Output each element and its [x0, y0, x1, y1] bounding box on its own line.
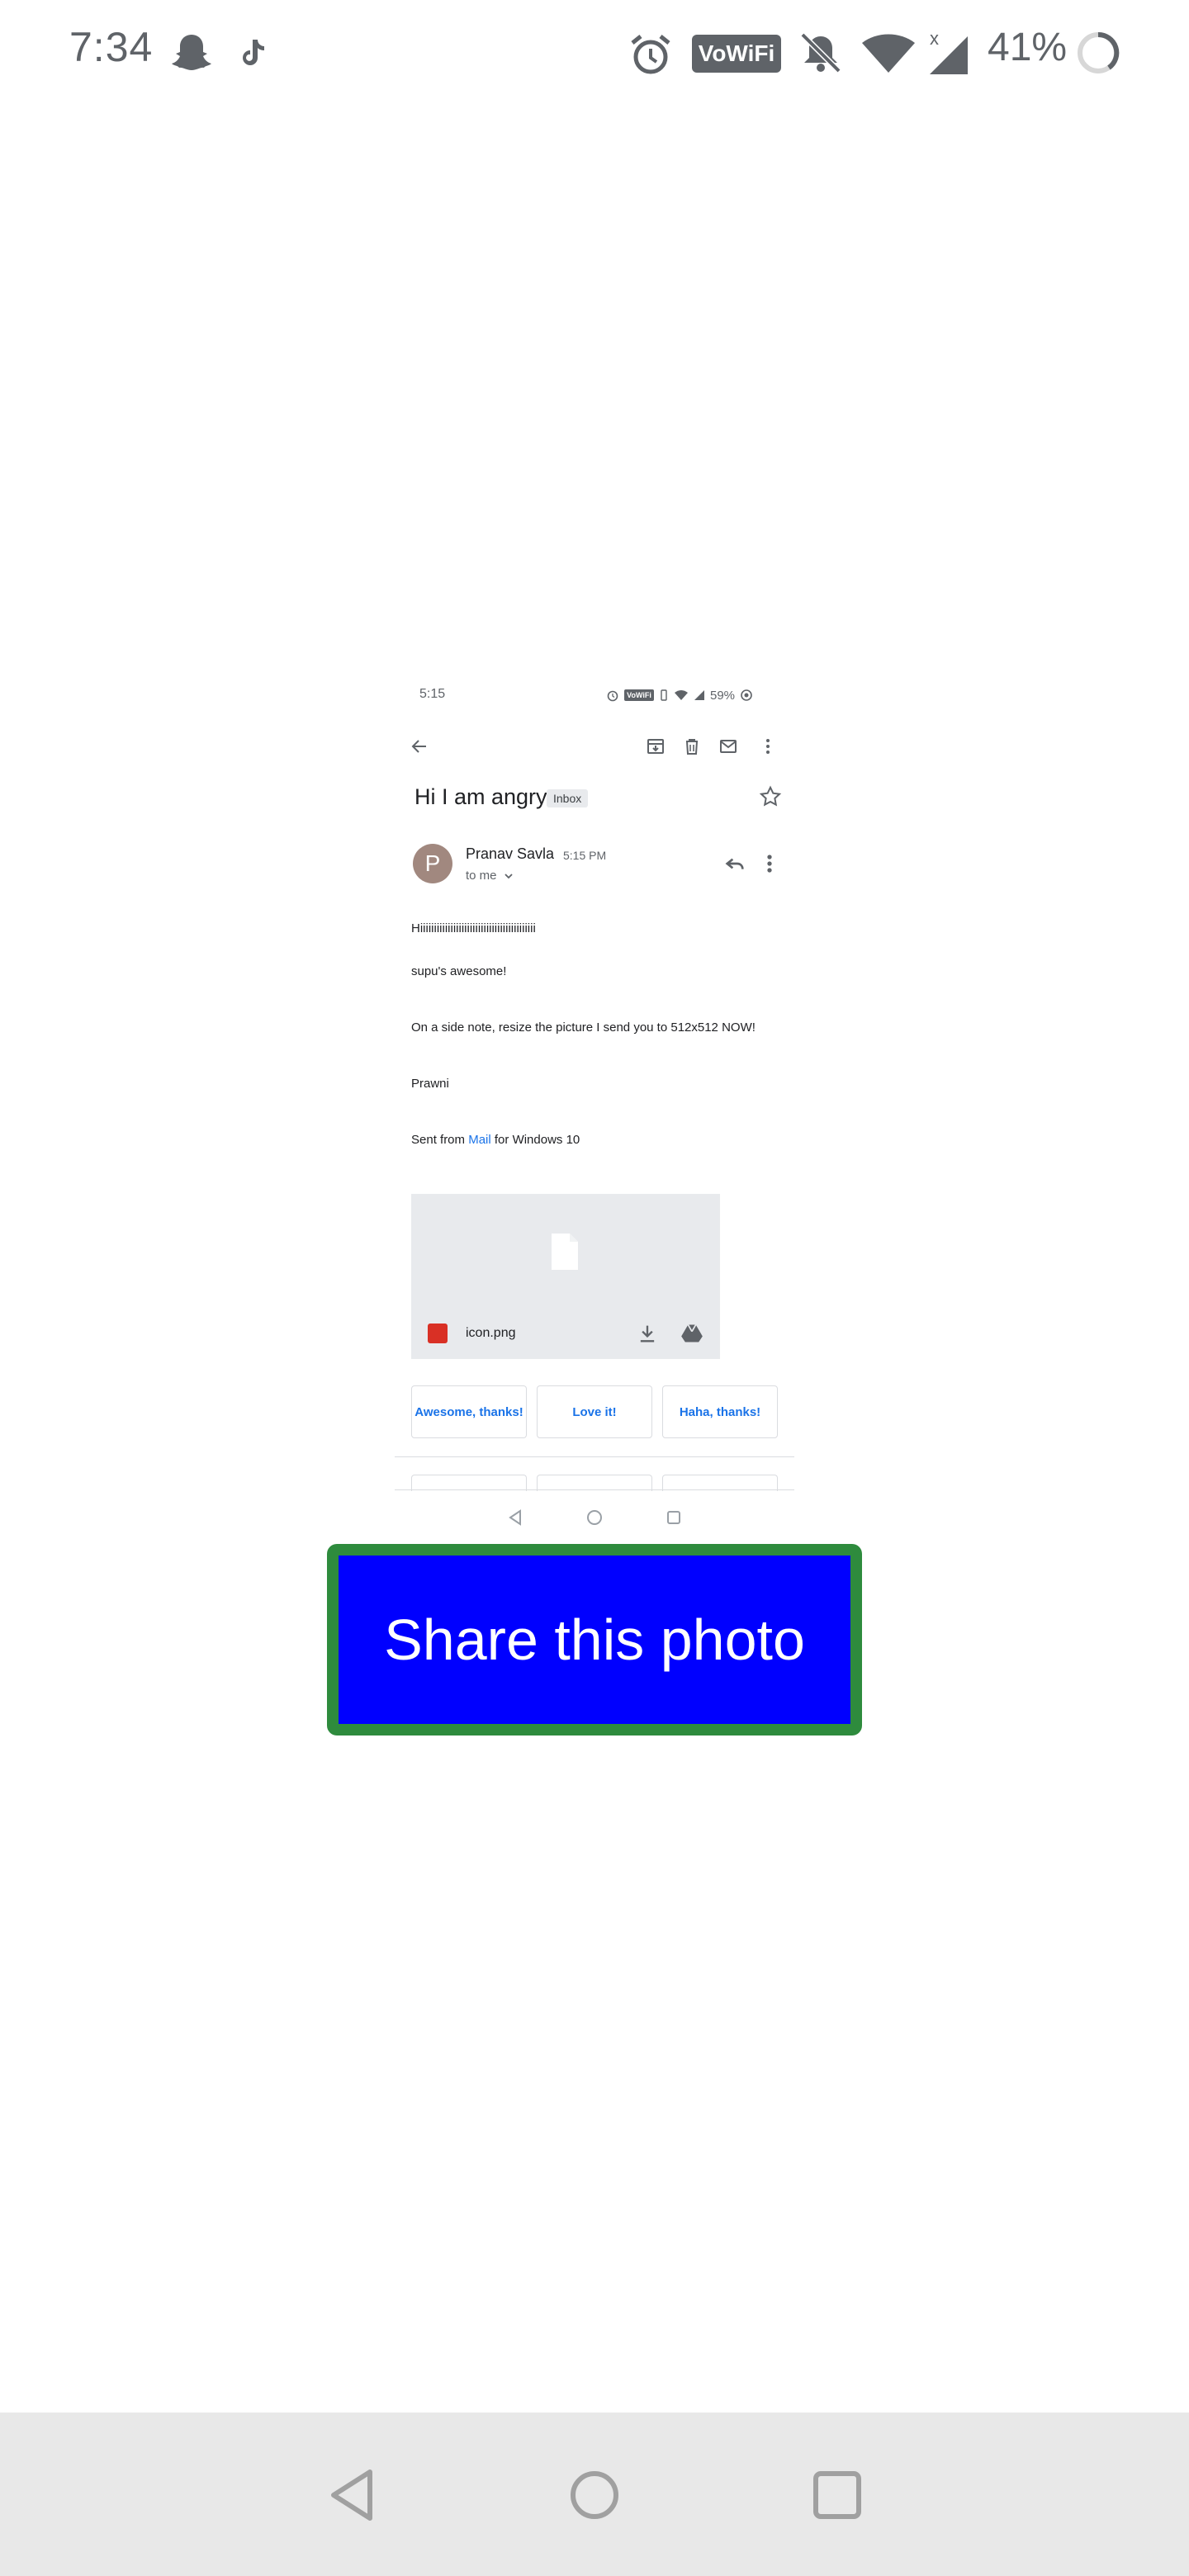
signal-icon: x — [930, 28, 968, 74]
wifi-icon — [675, 690, 688, 700]
attachment-card[interactable]: icon.png — [411, 1194, 720, 1359]
email-toolbar — [395, 722, 794, 781]
status-bar: 7:34 VoWiFi x 41% — [0, 0, 1189, 107]
recents-icon[interactable] — [804, 2462, 870, 2528]
bell-off-icon — [800, 32, 841, 73]
share-photo-label: Share this photo — [339, 1556, 850, 1724]
mark-unread-icon — [720, 740, 737, 753]
sent-from-prefix: Sent from — [411, 1133, 466, 1147]
delete-icon — [686, 739, 698, 755]
inbox-label-chip[interactable]: Inbox — [547, 789, 589, 807]
home-icon[interactable] — [561, 2462, 628, 2528]
tiktok-icon — [243, 40, 264, 65]
inner-status-time: 5:15 — [419, 687, 446, 701]
inner-battery-percent: 59% — [710, 688, 736, 703]
action-button-peek[interactable] — [662, 1475, 778, 1491]
recipient-details[interactable]: to me — [466, 869, 497, 883]
smart-reply-button[interactable]: Awesome, thanks! — [411, 1385, 527, 1438]
back-button[interactable] — [405, 732, 434, 761]
email-body-line: On a side note, resize the picture I sen… — [411, 1020, 756, 1035]
smart-reply-button[interactable]: Love it! — [537, 1385, 652, 1438]
recents-icon[interactable] — [664, 1508, 684, 1527]
divider — [395, 1489, 794, 1490]
mail-link[interactable]: Mail — [468, 1133, 491, 1147]
file-icon — [552, 1234, 578, 1270]
battery-icon — [1078, 31, 1120, 73]
status-time: 7:34 — [69, 24, 154, 70]
star-icon[interactable] — [758, 784, 783, 809]
more-options-button[interactable] — [753, 732, 783, 761]
email-body-line: supu's awesome! — [411, 964, 507, 978]
home-icon[interactable] — [585, 1508, 604, 1527]
vowifi-icon: VoWiFi — [692, 35, 781, 73]
wifi-icon — [862, 34, 915, 73]
divider — [395, 1456, 794, 1457]
save-to-drive-icon[interactable] — [680, 1322, 703, 1345]
mark-unread-button[interactable] — [713, 732, 743, 761]
sender-name: Pranav Savla — [466, 845, 555, 862]
back-arrow-icon — [411, 740, 426, 753]
sent-time: 5:15 PM — [563, 849, 607, 862]
snapchat-icon — [172, 35, 211, 70]
action-button-peek[interactable] — [537, 1475, 652, 1491]
attachment-filename: icon.png — [466, 1326, 516, 1340]
back-icon[interactable] — [505, 1508, 525, 1527]
sender-avatar[interactable]: P — [413, 844, 452, 883]
email-screenshot: 5:15 VoWiFi 59% Hi I am angry Inbox P Pr… — [395, 677, 794, 1544]
navigation-bar — [0, 2413, 1189, 2576]
inner-nav-bar — [395, 1499, 794, 1537]
vibrate-icon — [661, 689, 667, 701]
share-photo-button[interactable]: Share this photo — [327, 1544, 862, 1735]
alarm-icon — [607, 690, 618, 702]
attachment-bar: icon.png — [411, 1308, 720, 1359]
image-file-icon — [428, 1324, 448, 1343]
action-button-peek[interactable] — [411, 1475, 527, 1491]
delete-button[interactable] — [677, 732, 707, 761]
svg-text:x: x — [930, 28, 939, 49]
signal-icon — [694, 690, 704, 700]
sent-from-line: Sent from Mail for Windows 10 — [411, 1133, 580, 1147]
more-vert-icon — [766, 739, 770, 754]
archive-icon — [647, 739, 664, 754]
alarm-icon — [631, 35, 670, 74]
archive-button[interactable] — [641, 732, 670, 761]
email-body-greeting: Hiiiiiiiiiiiiiiiiiiiiiiiiiiiiiiiiiiiiiii… — [411, 921, 536, 935]
back-icon[interactable] — [320, 2462, 386, 2528]
reply-icon[interactable] — [722, 850, 748, 877]
sent-from-suffix: for Windows 10 — [494, 1133, 580, 1147]
battery-percent: 41% — [988, 26, 1068, 69]
battery-icon — [741, 689, 752, 701]
email-signature: Prawni — [411, 1077, 449, 1091]
chevron-down-icon[interactable] — [502, 869, 515, 883]
smart-reply-button[interactable]: Haha, thanks! — [662, 1385, 778, 1438]
download-icon[interactable] — [636, 1322, 659, 1345]
vowifi-icon: VoWiFi — [624, 689, 654, 701]
inner-status-bar: 5:15 VoWiFi 59% — [395, 677, 794, 712]
more-vert-icon[interactable] — [756, 850, 783, 877]
email-subject: Hi I am angry — [414, 784, 547, 809]
